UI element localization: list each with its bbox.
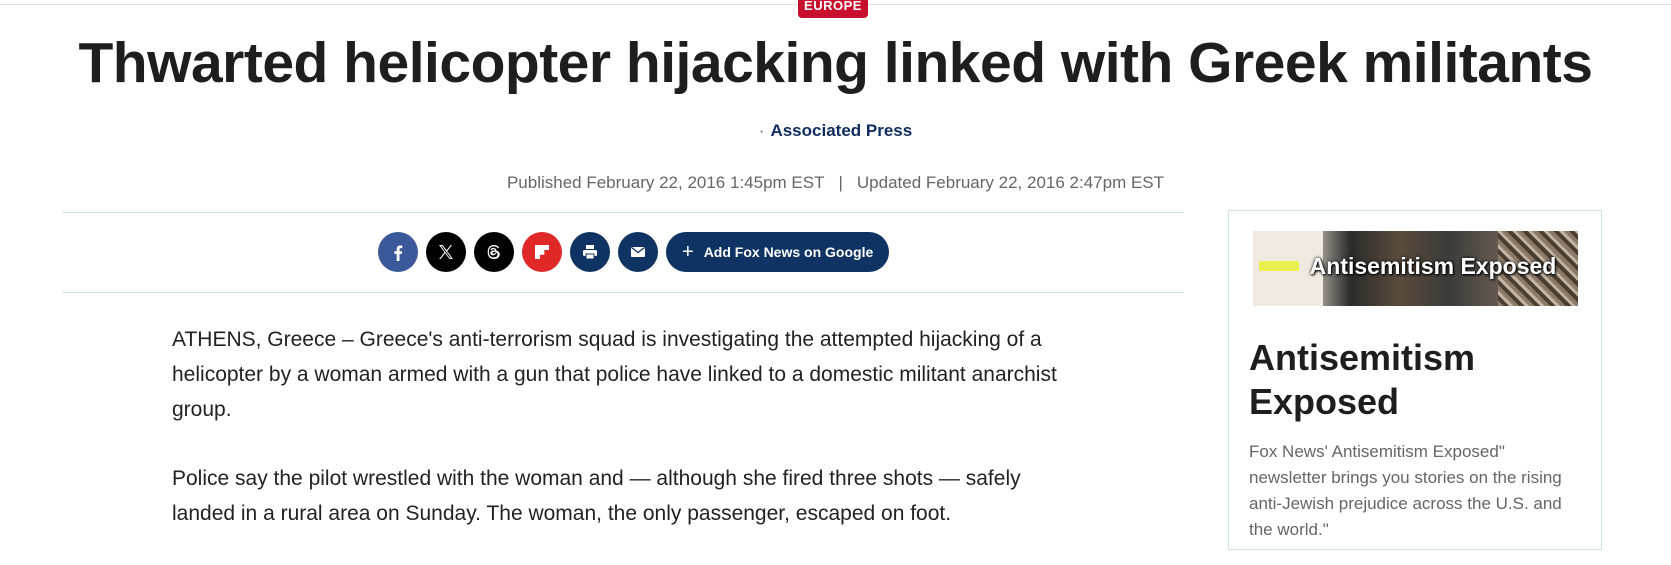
newsletter-promo: Antisemitism Exposed Antisemitism Expose… bbox=[1228, 210, 1602, 550]
article-paragraph: ATHENS, Greece – Greece's anti-terrorism… bbox=[172, 328, 1057, 421]
share-divider-bottom bbox=[62, 292, 1184, 293]
print-icon[interactable] bbox=[570, 232, 610, 272]
flipboard-icon[interactable] bbox=[522, 232, 562, 272]
byline-dot: · bbox=[758, 121, 765, 140]
updated-date: Updated February 22, 2016 2:47pm EST bbox=[856, 173, 1165, 192]
article-body: ATHENS, Greece – Greece's anti-terrorism… bbox=[172, 322, 1082, 565]
article-paragraph: Police say the pilot wrestled with the w… bbox=[172, 467, 1021, 525]
add-fox-news-on-google-button[interactable]: + Add Fox News on Google bbox=[666, 232, 890, 272]
email-icon[interactable] bbox=[618, 232, 658, 272]
promo-description: Fox News' Antisemitism Exposed" newslett… bbox=[1249, 442, 1562, 539]
author-link[interactable]: Associated Press bbox=[770, 121, 912, 140]
google-button-label: Add Fox News on Google bbox=[703, 244, 874, 260]
category-badge[interactable]: EUROPE bbox=[798, 0, 868, 18]
plus-icon: + bbox=[682, 241, 694, 263]
published-date: Published February 22, 2016 1:45pm EST bbox=[506, 173, 825, 192]
article-dates: Published February 22, 2016 1:45pm EST | U… bbox=[0, 173, 1671, 193]
promo-image[interactable]: Antisemitism Exposed bbox=[1253, 231, 1578, 306]
byline: · Associated Press bbox=[0, 121, 1671, 141]
threads-icon[interactable] bbox=[474, 232, 514, 272]
share-bar: + Add Fox News on Google bbox=[378, 232, 890, 272]
promo-title[interactable]: Antisemitism Exposed bbox=[1249, 336, 1569, 424]
date-separator: | bbox=[838, 173, 843, 192]
promo-image-caption: Antisemitism Exposed bbox=[1309, 253, 1557, 279]
article-headline: Thwarted helicopter hijacking linked wit… bbox=[78, 31, 1593, 95]
facebook-icon[interactable] bbox=[378, 232, 418, 272]
x-icon[interactable] bbox=[426, 232, 466, 272]
share-divider-top bbox=[62, 212, 1184, 213]
